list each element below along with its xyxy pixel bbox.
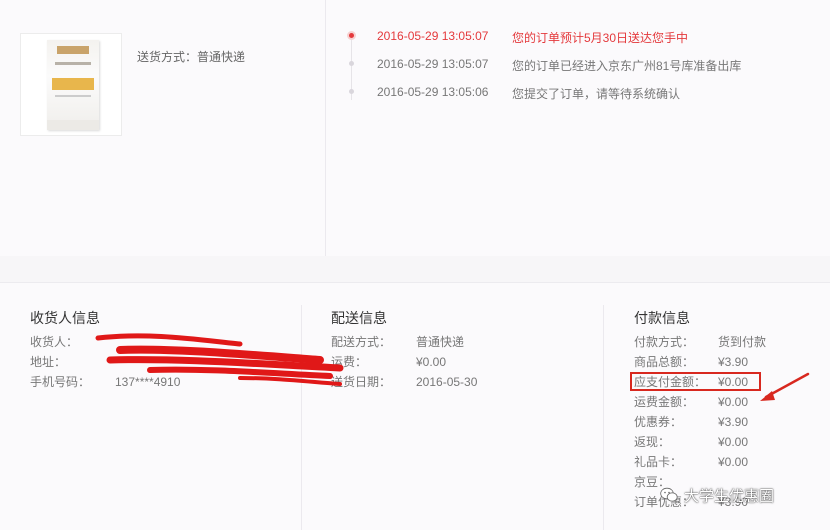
timeline-time: 2016-05-29 13:05:07 (377, 29, 489, 43)
timeline-item: 2016-05-29 13:05:07 您的订单已经进入京东广州81号库准备出库 (340, 55, 820, 75)
delivery-info-title: 配送信息 (331, 310, 387, 326)
delivery-fee-row: 运费： ¥0.00 (331, 353, 581, 371)
watermark: 大学生优惠圈 (660, 483, 774, 507)
shipping-method: 送货方式：普通快递 (137, 48, 245, 65)
payment-row: 商品总额： ¥3.90 (634, 353, 824, 371)
delivery-method-value: 普通快递 (416, 335, 465, 349)
amount-due-highlight (630, 372, 761, 391)
timeline-text: 您的订单预计5月30日送达您手中 (512, 31, 689, 45)
payment-info-title: 付款信息 (634, 310, 690, 326)
payment-row: 返现： ¥0.00 (634, 433, 824, 451)
receiver-name-label: 收货人： (30, 335, 79, 349)
shipping-method-label: 送货方式： (137, 50, 198, 64)
annotation-arrow-icon (760, 372, 810, 401)
delivery-info: 配送信息 配送方式： 普通快递 运费： ¥0.00 送货日期： 2016-05-… (331, 283, 591, 530)
watermark-text: 大学生优惠圈 (684, 487, 775, 505)
goods-total-label: 商品总额： (634, 355, 695, 369)
timeline-text: 您的订单已经进入京东广州81号库准备出库 (512, 59, 742, 73)
timeline-time: 2016-05-29 13:05:06 (377, 85, 489, 99)
timeline-dot-icon (347, 31, 356, 40)
goods-total-value: ¥3.90 (718, 355, 749, 369)
shipping-method-value: 普通快递 (197, 50, 246, 64)
timeline-item: 2016-05-29 13:05:07 您的订单预计5月30日送达您手中 (340, 27, 820, 47)
receiver-info-title: 收货人信息 (30, 310, 100, 326)
timeline-time: 2016-05-29 13:05:07 (377, 57, 489, 71)
payment-row: 优惠券： ¥3.90 (634, 413, 824, 431)
order-tracking-panel: 送货方式：普通快递 2016-05-29 13:05:07 您的订单预计5月30… (0, 0, 830, 256)
timeline-text: 您提交了订单，请等待系统确认 (512, 87, 681, 101)
divider (325, 0, 326, 256)
payment-method-value: 货到付款 (718, 335, 767, 349)
product-image (47, 40, 99, 130)
payment-row: 礼品卡： ¥0.00 (634, 453, 824, 471)
receiver-phone-label: 手机号码： (30, 375, 91, 389)
gift-card-label: 礼品卡： (634, 455, 683, 469)
shipping-amount-label: 运费金额： (634, 395, 695, 409)
delivery-method-row: 配送方式： 普通快递 (331, 333, 581, 351)
coupon-label: 优惠券： (634, 415, 683, 429)
delivery-fee-value: ¥0.00 (416, 355, 447, 369)
timeline-item: 2016-05-29 13:05:06 您提交了订单，请等待系统确认 (340, 83, 820, 103)
gift-card-value: ¥0.00 (718, 455, 749, 469)
receiver-address-label: 地址： (30, 355, 67, 369)
wechat-icon (660, 487, 678, 502)
payment-method-label: 付款方式： (634, 335, 695, 349)
product-section: 送货方式：普通快递 (0, 0, 325, 256)
receiver-info: 收货人信息 收货人： 地址： 手机号码： 137****4910 (30, 283, 300, 530)
timeline-dot-icon (349, 61, 354, 66)
delivery-date-row: 送货日期： 2016-05-30 (331, 373, 581, 391)
delivery-date-value: 2016-05-30 (416, 375, 478, 389)
divider (603, 305, 604, 530)
shipping-amount-value: ¥0.00 (718, 395, 749, 409)
product-thumbnail[interactable] (20, 33, 122, 136)
timeline-dot-icon (349, 89, 354, 94)
cashback-value: ¥0.00 (718, 435, 749, 449)
cashback-label: 返现： (634, 435, 671, 449)
redaction-scribble (95, 333, 344, 386)
payment-row: 付款方式： 货到付款 (634, 333, 824, 351)
coupon-value: ¥3.90 (718, 415, 749, 429)
